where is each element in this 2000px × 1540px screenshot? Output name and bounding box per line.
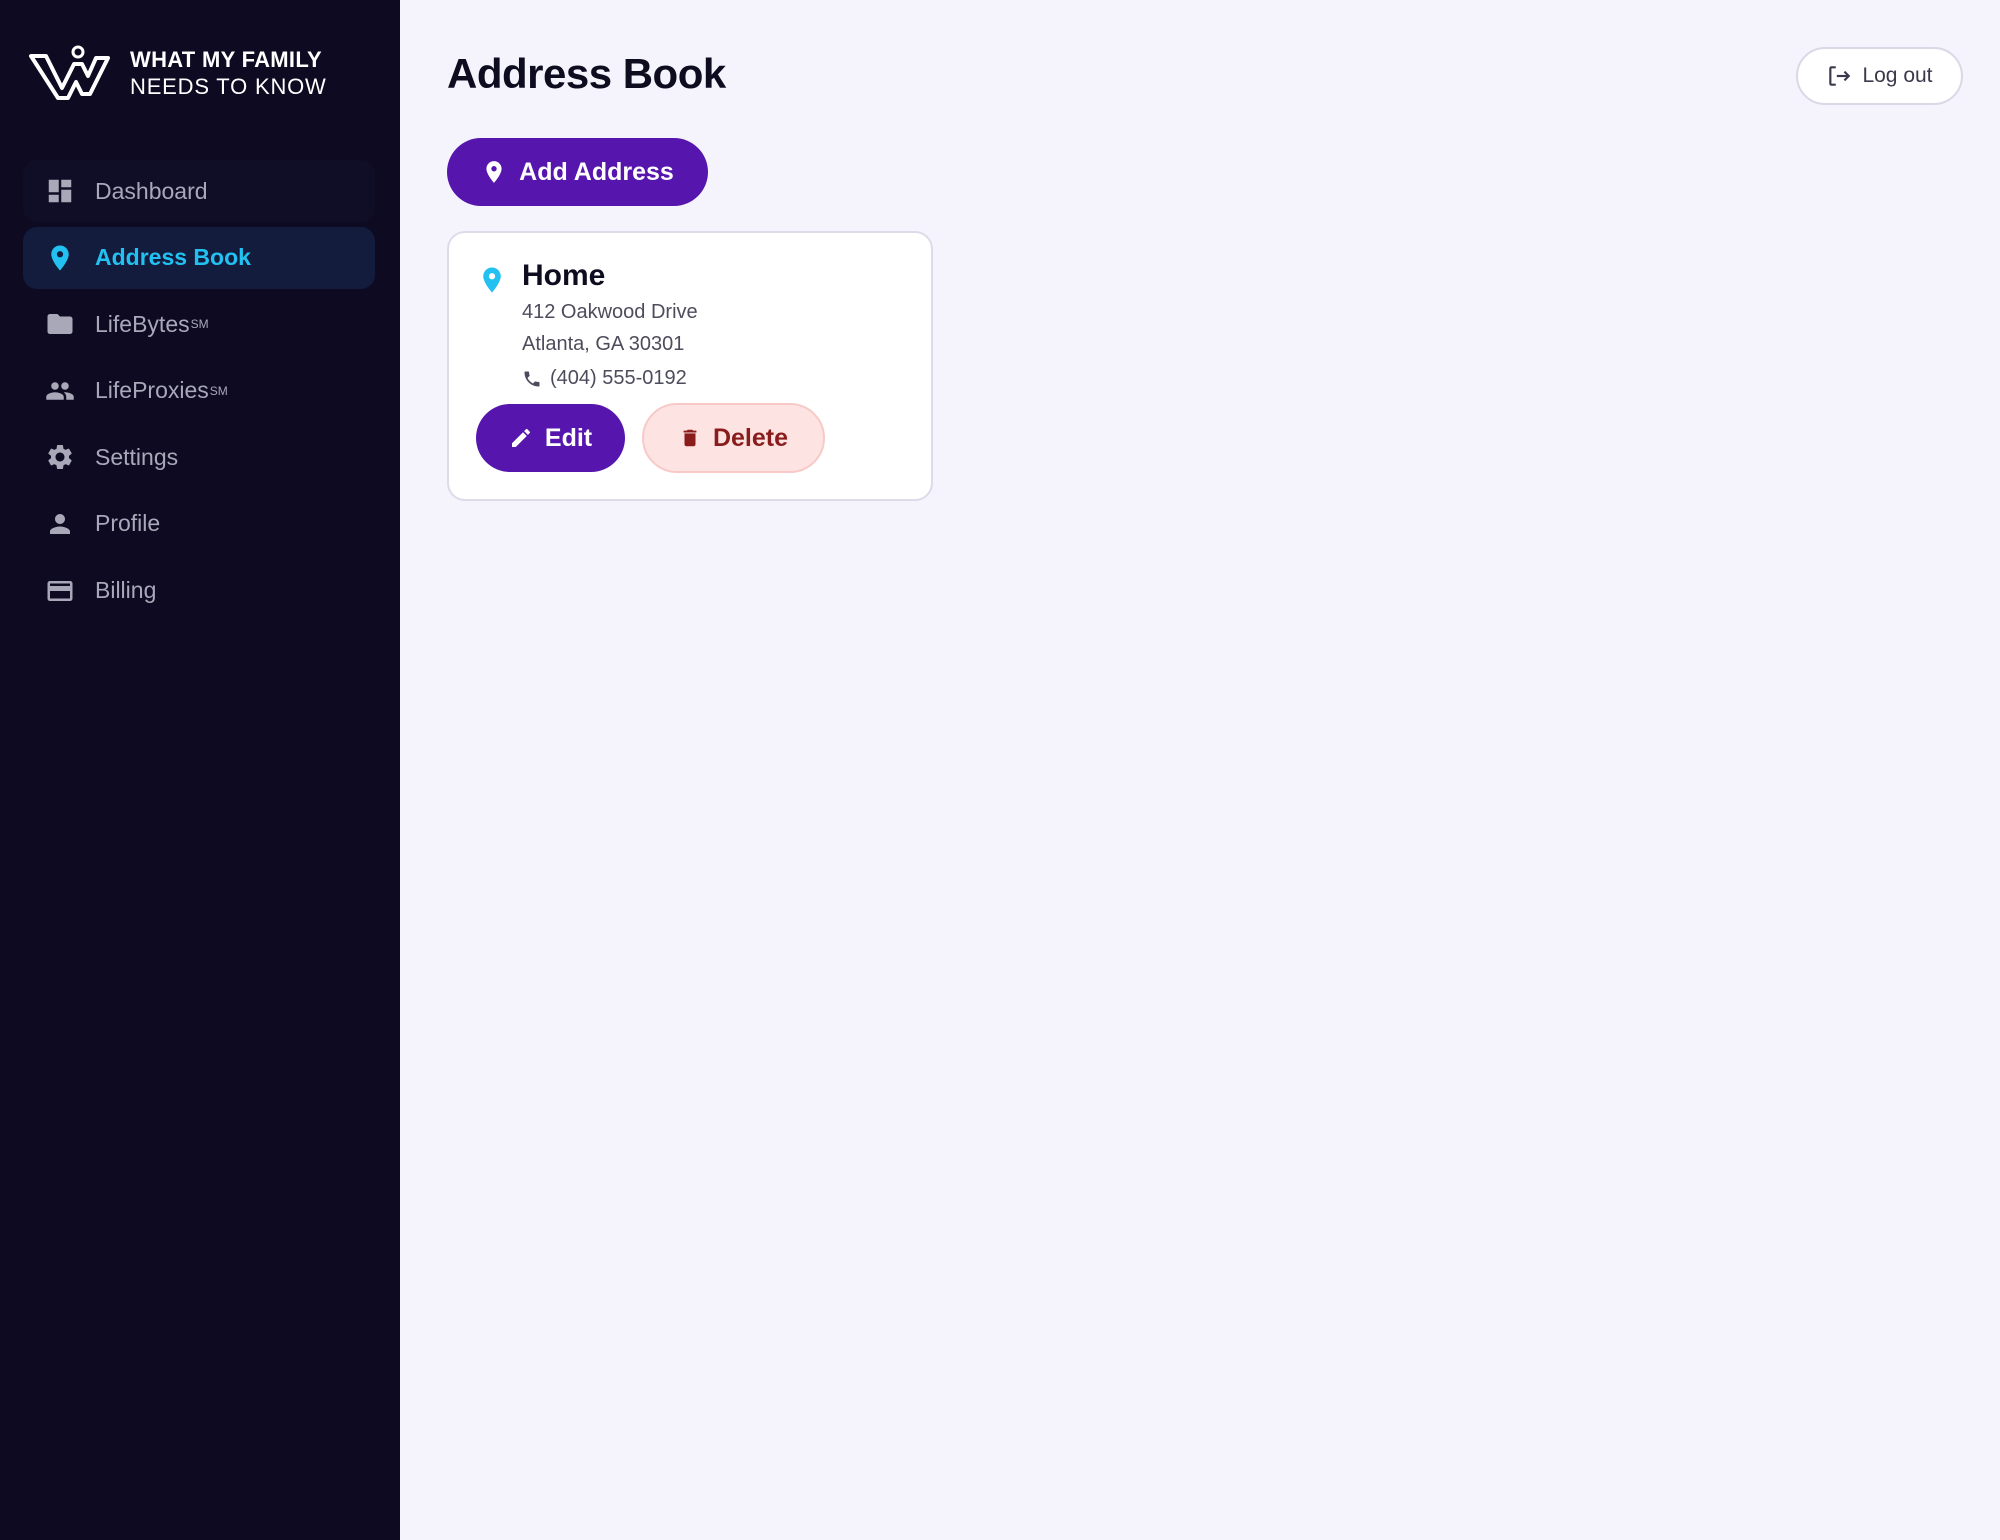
add-address-label: Add Address [519,157,674,186]
address-card: Home 412 Oakwood Drive Atlanta, GA 30301… [447,231,933,501]
location-pin-icon [486,161,502,183]
sidebar-item-label: Settings [95,443,179,470]
wmf-logo-icon [29,45,110,100]
address-street: 412 Oakwood Drive [522,301,698,323]
delete-button[interactable]: Delete [642,403,825,473]
location-pin-icon [45,243,75,273]
service-mark: SM [209,383,228,398]
sidebar-item-label: Billing [95,577,157,604]
address-name: Home [522,259,606,292]
person-icon [45,509,75,539]
address-phone: (404) 555-0192 [522,367,687,390]
credit-card-icon [45,576,75,606]
trash-icon [683,429,697,447]
main-content: Address Book Log out Add Address Home 41… [400,0,2000,1540]
brand-line2: NEEDS TO KNOW [130,74,327,99]
brand-name: WHAT MY FAMILY NEEDS TO KNOW [130,46,327,100]
logout-label: Log out [1862,64,1933,87]
sidebar-item-profile[interactable]: Profile [23,493,375,555]
brand-line1: WHAT MY FAMILY [130,47,323,72]
address-city: Atlanta, GA 30301 [522,333,685,355]
sidebar-item-billing[interactable]: Billing [23,560,375,622]
sidebar-item-dashboard[interactable]: Dashboard [23,160,375,222]
brand-logo[interactable]: WHAT MY FAMILY NEEDS TO KNOW [28,44,327,102]
sidebar-item-label: LifeProxies [95,377,209,404]
phone-icon [524,371,540,386]
sidebar-item-label: Profile [95,510,161,537]
sidebar-item-label: Address Book [95,244,251,271]
sidebar-nav: Dashboard Address Book LifeBytes SM LifeP… [23,160,375,626]
logout-icon [1829,66,1851,86]
dashboard-icon [45,176,75,206]
page-title: Address Book [447,50,726,97]
location-pin-icon [477,265,507,295]
people-icon [45,376,75,406]
edit-label: Edit [544,423,593,452]
sidebar-item-label: Dashboard [95,177,208,204]
sidebar-item-address-book[interactable]: Address Book [23,226,375,289]
sidebar: WHAT MY FAMILY NEEDS TO KNOW Dashboard A… [0,0,400,1540]
edit-button[interactable]: Edit [476,404,625,472]
sidebar-item-lifeproxies[interactable]: LifeProxies SM [23,360,375,422]
folder-icon [45,309,75,339]
delete-label: Delete [712,423,789,452]
gear-icon [45,442,75,472]
logout-button[interactable]: Log out [1796,47,1963,105]
pencil-icon [511,428,530,447]
sidebar-item-settings[interactable]: Settings [23,426,375,488]
service-mark: SM [190,317,209,332]
sidebar-item-label: LifeBytes [95,310,190,337]
phone-number: (404) 555-0192 [550,367,687,389]
sidebar-item-lifebytes[interactable]: LifeBytes SM [23,293,375,355]
add-address-button[interactable]: Add Address [447,138,708,206]
